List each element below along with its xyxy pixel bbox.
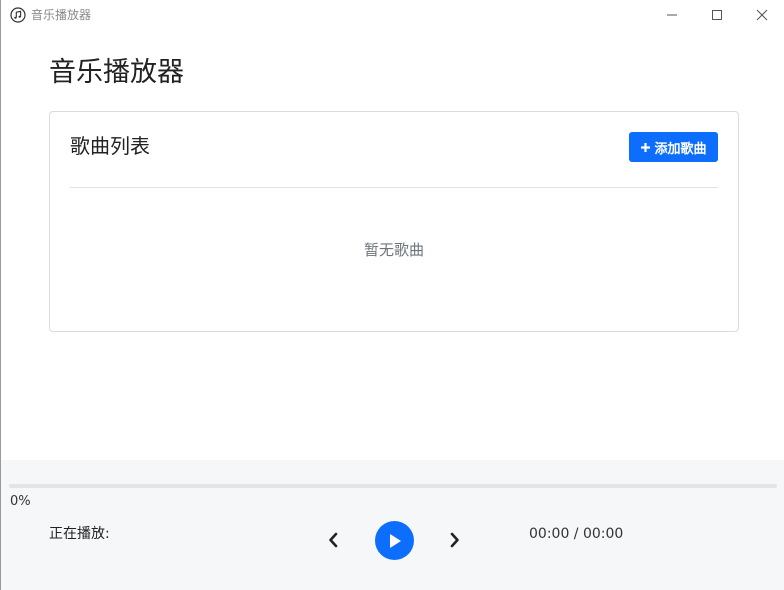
close-icon: [756, 9, 768, 21]
add-song-label: 添加歌曲: [654, 141, 707, 157]
window-title: 音乐播放器: [31, 8, 92, 22]
chevron-left-icon: [329, 532, 338, 548]
previous-button[interactable]: [325, 530, 341, 550]
song-list-title: 歌曲列表: [70, 134, 150, 158]
maximize-icon: [712, 10, 722, 20]
progress-bar[interactable]: [9, 484, 777, 488]
add-song-button[interactable]: 添加歌曲: [629, 132, 718, 162]
player-bar: 0% 正在播放: 00:00 / 00:00: [1, 460, 784, 590]
card-divider: [70, 187, 718, 188]
close-button[interactable]: [739, 0, 784, 30]
time-display: 00:00 / 00:00: [529, 526, 624, 542]
minimize-icon: [667, 14, 677, 16]
next-button[interactable]: [447, 530, 463, 550]
chevron-right-icon: [450, 532, 459, 548]
maximize-button[interactable]: [694, 0, 740, 30]
song-list-card: 歌曲列表 添加歌曲 暂无歌曲: [49, 111, 739, 332]
title-bar: 音乐播放器: [1, 0, 784, 30]
plus-icon: [641, 142, 651, 152]
now-playing: 正在播放:: [49, 524, 110, 544]
play-icon: [389, 533, 401, 548]
progress-percent: 0%: [10, 494, 31, 509]
now-playing-label: 正在播放:: [49, 526, 110, 542]
play-button[interactable]: [375, 521, 414, 560]
minimize-button[interactable]: [649, 0, 695, 30]
page-title: 音乐播放器: [49, 57, 184, 88]
music-note-icon: [10, 7, 26, 23]
empty-list-message: 暂无歌曲: [363, 241, 424, 259]
app-window: 音乐播放器 音乐播放器 歌曲列表 添加歌曲 暂无歌曲 0% 正在播放: 00:0…: [0, 0, 784, 590]
